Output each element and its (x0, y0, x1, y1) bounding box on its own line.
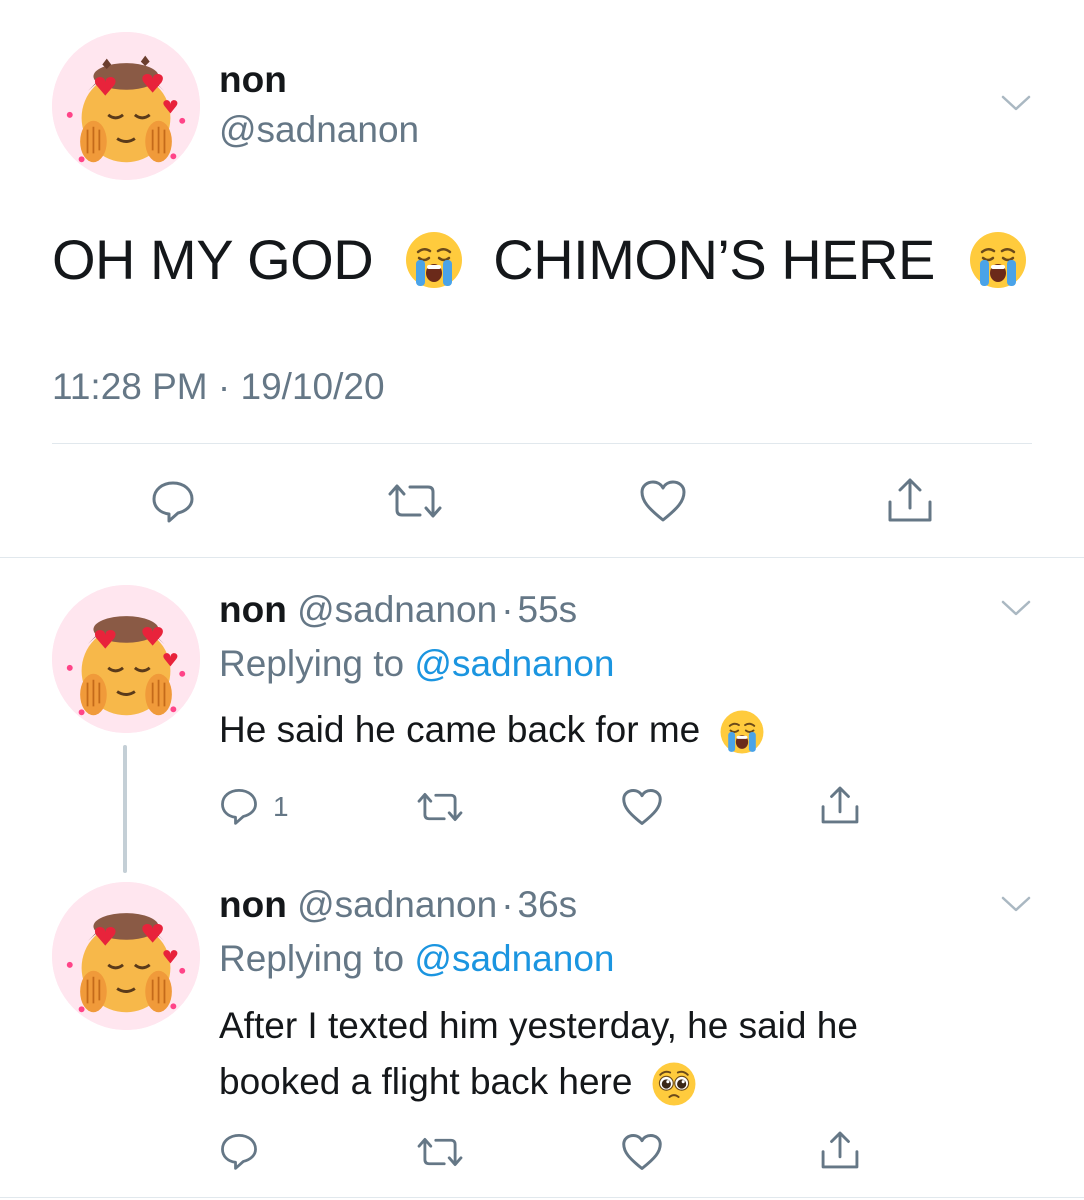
like-icon[interactable] (638, 478, 688, 524)
chevron-down-icon[interactable] (1001, 94, 1031, 112)
replying-to-handle-link[interactable]: @sadnanon (414, 938, 614, 979)
avatar[interactable] (52, 882, 200, 1030)
reply-author-name[interactable]: non (219, 589, 287, 630)
reply-author-handle[interactable]: @sadnanon (297, 589, 497, 630)
retweet-icon[interactable] (414, 1134, 466, 1170)
loudly-crying-face-icon (968, 230, 1028, 290)
loudly-crying-face-icon (719, 709, 765, 755)
replying-to-label: Replying to (219, 938, 405, 979)
tweet-text: OH MY GOD CHIMON’S HERE (52, 222, 1028, 294)
meta-separator: · (217, 366, 231, 407)
thread-line (123, 745, 127, 873)
replying-to-handle-link[interactable]: @sadnanon (414, 643, 614, 684)
retweet-icon[interactable] (384, 480, 446, 522)
chevron-down-icon[interactable] (1001, 599, 1031, 617)
replying-to: Replying to @sadnanon (219, 936, 615, 982)
divider (0, 1197, 1084, 1198)
retweet-icon[interactable] (414, 789, 466, 825)
reply-author-name[interactable]: non (219, 884, 287, 925)
share-icon[interactable] (818, 783, 862, 827)
reply-text-line2-wrap: booked a flight back here (219, 1054, 858, 1110)
tweet-time: 11:28 PM (52, 366, 208, 407)
reply-text-content: He said he came back for me (219, 709, 701, 750)
loudly-crying-face-icon (404, 230, 464, 290)
reply-dot: · (501, 589, 514, 630)
reply-text-line1: After I texted him yesterday, he said he (219, 1005, 858, 1046)
divider (52, 443, 1032, 444)
reply-count: 1 (273, 791, 289, 822)
share-icon[interactable] (818, 1128, 862, 1172)
avatar[interactable] (52, 32, 200, 180)
reply-header: non @sadnanon · 36s (219, 882, 577, 928)
like-icon[interactable] (620, 787, 664, 827)
like-icon[interactable] (620, 1132, 664, 1172)
reply-author-handle[interactable]: @sadnanon (297, 884, 497, 925)
pleading-face-icon (651, 1061, 697, 1107)
reply-dot: · (501, 884, 514, 925)
reply-icon[interactable] (150, 478, 196, 524)
tweet-text-part2: CHIMON’S HERE (493, 228, 935, 292)
author-handle[interactable]: @sadnanon (219, 108, 419, 152)
replying-to: Replying to @sadnanon (219, 641, 615, 687)
reply-text: After I texted him yesterday, he said he… (219, 998, 858, 1110)
reply-icon[interactable] (219, 786, 259, 826)
share-icon[interactable] (884, 474, 936, 526)
reply-text-line2: booked a flight back here (219, 1061, 633, 1102)
reply-text: He said he came back for me (219, 702, 765, 758)
chevron-down-icon[interactable] (1001, 895, 1031, 913)
tweet-date: 19/10/20 (240, 366, 385, 407)
tweet-timestamp[interactable]: 11:28 PM · 19/10/20 (52, 364, 385, 410)
avatar[interactable] (52, 585, 200, 733)
divider (0, 557, 1084, 558)
tweet-text-part1: OH MY GOD (52, 228, 374, 292)
reply-icon[interactable] (219, 1131, 259, 1171)
reply-time[interactable]: 36s (518, 884, 578, 925)
reply-time[interactable]: 55s (518, 589, 578, 630)
author-name[interactable]: non (219, 58, 287, 102)
reply-header: non @sadnanon · 55s (219, 587, 577, 633)
replying-to-label: Replying to (219, 643, 405, 684)
